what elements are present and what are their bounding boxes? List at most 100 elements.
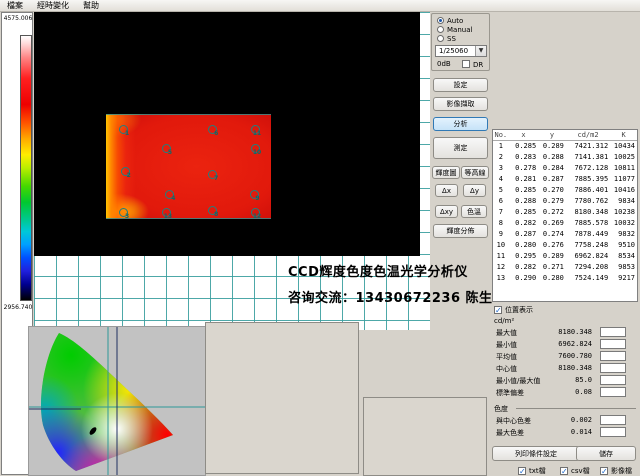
radio-auto-dot[interactable] (437, 17, 444, 24)
table-row[interactable]: 20.2830.2887141.38110025 (493, 152, 637, 163)
radio-manual-dot[interactable] (437, 26, 444, 33)
delta-xy-button[interactable]: Δxy (435, 205, 458, 218)
chevron-down-icon[interactable]: ▼ (475, 46, 486, 56)
table-row[interactable]: 40.2810.2877885.39511077 (493, 174, 637, 185)
exposure-groupbox: Auto Manual SS 1/25060▼ 0dB DR (431, 13, 490, 71)
table-row[interactable]: 90.2870.2747878.4499832 (493, 229, 637, 240)
settings-button[interactable]: 設定 (433, 78, 488, 92)
watermark-line1: CCD辉度色度色温光学分析仪 (288, 261, 468, 280)
save-button[interactable]: 儲存 (576, 446, 636, 461)
measure-button[interactable]: 測定 (433, 137, 488, 159)
delta-x-button[interactable]: Δx (435, 184, 458, 197)
results-table[interactable]: No. x y cd/m2 K 10.2850.2897421.31210434… (492, 129, 638, 302)
stat-min-value: 6962.824 (520, 340, 592, 348)
table-row[interactable]: 110.2950.2896962.8248534 (493, 251, 637, 262)
stat-center-label: 中心值 (496, 364, 517, 374)
measure-point-5: 5 (162, 144, 171, 153)
colorbar-max-label: 4575.006 (2, 15, 34, 22)
dr-checkbox-box[interactable] (462, 60, 470, 68)
measure-point-13: 13 (162, 208, 171, 217)
table-row[interactable]: 30.2780.2847672.12810811 (493, 163, 637, 174)
application-window: 檔案 經時變化 幫助 4575.006 2956.740 12345678910… (0, 0, 640, 476)
stat-stddev-box[interactable] (600, 387, 626, 397)
measure-point-11: 11 (251, 125, 260, 134)
unit-label: cd/m² (494, 317, 514, 325)
camera-view[interactable]: 12345678910111213 (34, 12, 420, 256)
radio-ss[interactable]: SS (437, 35, 456, 43)
print-condition-button[interactable]: 列印條件設定 (492, 446, 580, 461)
measure-point-7: 7 (208, 170, 217, 179)
radio-manual[interactable]: Manual (437, 26, 472, 34)
analyze-button[interactable]: 分析 (433, 117, 488, 131)
menu-timelapse[interactable]: 經時變化 (30, 0, 76, 12)
heatmap[interactable]: 12345678910111213 (106, 114, 271, 219)
menu-file[interactable]: 檔案 (0, 0, 30, 12)
measure-point-9: 9 (250, 190, 259, 199)
measure-point-6: 6 (208, 125, 217, 134)
stat-avg-label: 平均值 (496, 352, 517, 362)
table-row[interactable]: 130.2900.2807524.1499217 (493, 273, 637, 284)
cie-horseshoe (29, 327, 205, 475)
radio-ss-dot[interactable] (437, 35, 444, 42)
image-file-checkbox[interactable]: ✓影像檔 (600, 466, 632, 476)
table-header-row: No. x y cd/m2 K (493, 130, 637, 140)
chroma-section-label: 色度 (494, 404, 508, 414)
image-display-area[interactable]: 12345678910111213 (34, 12, 430, 330)
stat-max-value: 8180.348 (520, 328, 592, 336)
txt-file-checkbox-box[interactable]: ✓ (518, 467, 526, 475)
gain-value: 0dB (437, 60, 451, 68)
stat-stddev-value: 0.08 (520, 388, 592, 396)
chroma-max-value: 0.014 (520, 428, 592, 436)
table-row[interactable]: 60.2880.2797780.7629834 (493, 196, 637, 207)
luminance-dist-button[interactable]: 輝度分佈 (433, 224, 488, 238)
measure-point-2: 2 (121, 167, 130, 176)
measure-point-8: 8 (208, 206, 217, 215)
stat-avg-value: 7600.780 (520, 352, 592, 360)
position-checkbox[interactable]: ✓位置表示 (494, 305, 533, 315)
judge-panel: 範圍 FULL▼ x y 基準值 0.286 0.273 平均 0.286 0.… (205, 322, 359, 474)
stat-avg-box[interactable] (600, 351, 626, 361)
position-checkbox-box[interactable]: ✓ (494, 306, 502, 314)
capture-button[interactable]: 影像擷取 (433, 97, 488, 111)
table-row[interactable]: 120.2820.2717294.2089853 (493, 262, 637, 273)
chroma-max-box[interactable] (600, 427, 626, 437)
measure-point-3: 3 (119, 208, 128, 217)
measure-point-1: 1 (119, 125, 128, 134)
measure-point-10: 10 (251, 144, 260, 153)
colorbar-gradient (20, 35, 32, 301)
csv-file-checkbox-box[interactable]: ✓ (560, 467, 568, 475)
stat-min-label: 最小值 (496, 340, 517, 350)
stat-max-box[interactable] (600, 327, 626, 337)
stat-max-label: 最大值 (496, 328, 517, 338)
radio-auto[interactable]: Auto (437, 17, 463, 25)
txt-file-checkbox[interactable]: ✓txt檔 (518, 466, 546, 476)
stat-center-box[interactable] (600, 363, 626, 373)
shutter-dropdown[interactable]: 1/25060▼ (435, 45, 487, 57)
watermark-line2: 咨询交流：13430672236 陈生 (288, 287, 493, 306)
table-row[interactable]: 80.2820.2697885.57810032 (493, 218, 637, 229)
luminance-map-button[interactable]: 輝度圖 (432, 166, 460, 179)
stat-ratio-value: 85.0 (520, 376, 592, 384)
stat-center-value: 8180.348 (520, 364, 592, 372)
table-row[interactable]: 70.2850.2728180.34810238 (493, 207, 637, 218)
image-file-checkbox-box[interactable]: ✓ (600, 467, 608, 475)
measure-point-4: 4 (165, 190, 174, 199)
color-temp-button[interactable]: 色溫 (461, 205, 487, 218)
cie-chromaticity-diagram[interactable] (28, 326, 206, 476)
colorbar-min-label: 2956.740 (2, 304, 34, 311)
menu-bar: 檔案 經時變化 幫助 (0, 0, 640, 12)
contour-button[interactable]: 等高線 (461, 166, 489, 179)
measure-point-12: 12 (251, 208, 260, 217)
csv-file-checkbox[interactable]: ✓csv檔 (560, 466, 590, 476)
table-row[interactable]: 10.2850.2897421.31210434 (493, 140, 637, 152)
delta-y-button[interactable]: Δy (463, 184, 486, 197)
table-row[interactable]: 100.2800.2767758.2489510 (493, 240, 637, 251)
calibration-panel: 校正參數 CHE3F2.8 放大 x2 x4 x8 多重畫面 M S E (363, 397, 487, 476)
table-row[interactable]: 50.2850.2707886.40110416 (493, 185, 637, 196)
dr-checkbox[interactable]: DR (462, 60, 483, 69)
chroma-center-box[interactable] (600, 415, 626, 425)
stat-ratio-box[interactable] (600, 375, 626, 385)
menu-help[interactable]: 幫助 (76, 0, 106, 12)
chroma-center-value: 0.002 (520, 416, 592, 424)
stat-min-box[interactable] (600, 339, 626, 349)
